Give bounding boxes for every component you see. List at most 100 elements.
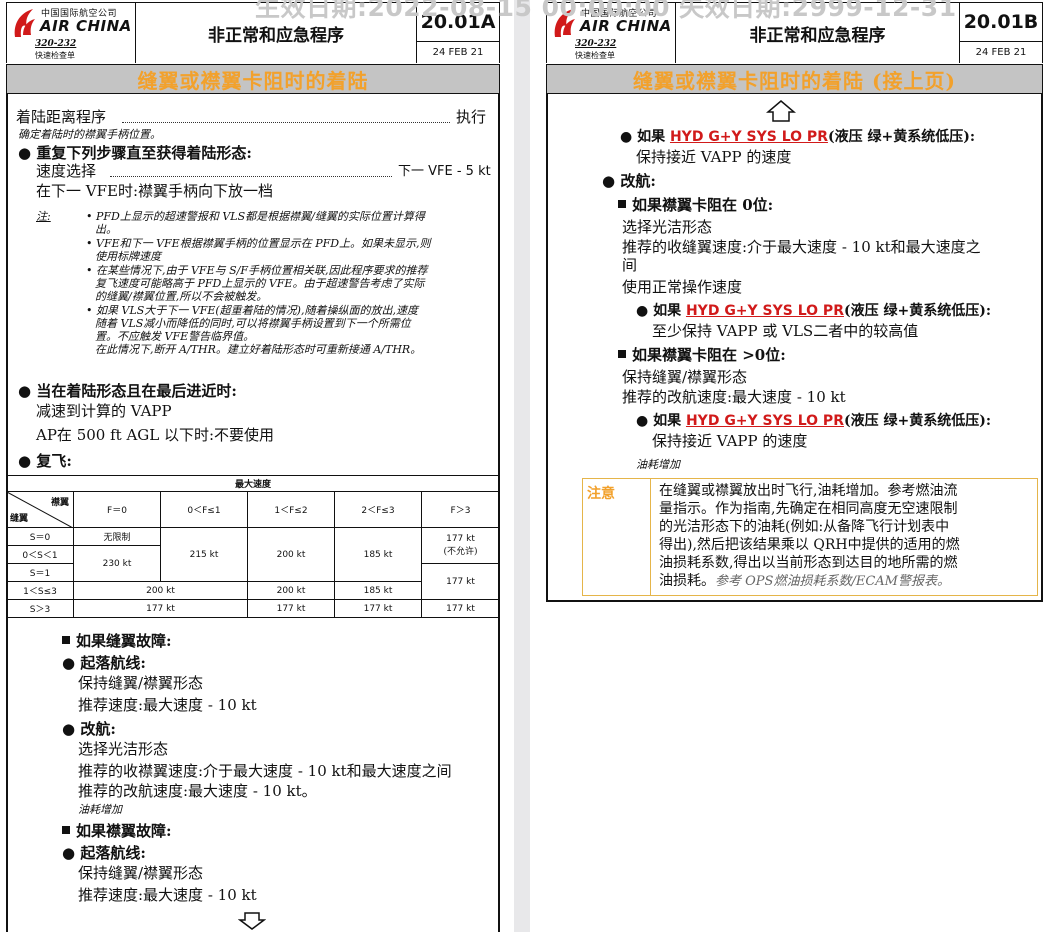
square-bullet-icon	[62, 826, 70, 834]
table-cell: 177 kt	[421, 563, 500, 600]
logo-english-name: AIR CHINA	[40, 17, 132, 35]
note-line: 置。不应触发 VFE警告临界值。	[95, 330, 255, 343]
dotted-leader	[122, 122, 450, 123]
caution-line: 的光洁形态下的油耗(例如:从备降飞行计划表中	[659, 519, 950, 535]
caution-line: 油损耗系数,得出以当前形态到达目的地所需的燃	[659, 555, 958, 571]
scroll-divider	[514, 0, 530, 932]
caution-box: 注意 在缝翼或襟翼放出时飞行,油耗增加。参考燃油流 量指示。作为指南,先确定在相…	[582, 478, 1038, 596]
keep-higher: 至少保持 VAPP 或 VLS二者中的较高值	[652, 322, 919, 340]
bullet-icon: ●	[602, 172, 621, 190]
checklist-subtitle: 快速检查单	[575, 51, 615, 60]
bullet-icon: ●	[18, 144, 37, 162]
page-20-01a: 中国国际航空公司 AIR CHINA 320-232 快速检查单 非正常和应急程…	[0, 0, 506, 932]
table-cell: 177 kt	[247, 599, 335, 618]
rec-retract: 推荐的收襟翼速度:介于最大速度 - 10 kt和最大速度之间	[78, 762, 452, 780]
slat-fail-heading: 如果缝翼故障:	[62, 632, 172, 650]
diversion-heading: ● 改航:	[602, 172, 656, 190]
note-line: • PFD上显示的超速警报和 VLS都是根据襟翼/缝翼的实际位置计算得	[86, 210, 425, 223]
rec-speed: 推荐速度:最大速度 - 10 kt	[78, 886, 257, 904]
table-cell: 200 kt	[73, 581, 248, 600]
note-line: • 如果 VLS大于下一 VFE(超重着陆的情况),随着操纵面的放出,速度	[86, 304, 418, 317]
aircraft-model: 320-232	[35, 39, 77, 49]
note-label: 注:	[36, 210, 51, 223]
right-border	[1041, 94, 1043, 602]
hyd-warning-text: HYD G+Y SYS LO PR	[669, 129, 828, 145]
note-line: 出。	[95, 223, 117, 236]
left-border	[546, 94, 548, 602]
note-line: • VFE和下一 VFE根据襟翼手柄的位置显示在 PFD上。如果未显示,则	[86, 237, 431, 250]
flap-gt0-heading: 如果襟翼卡阻在 >0位:	[618, 346, 786, 364]
col-header: F＞3	[421, 491, 500, 528]
square-bullet-icon	[618, 350, 626, 358]
caution-reference: 参考 OPS燃油损耗系数/ECAM警报表。	[715, 574, 950, 589]
phoenix-logo-icon	[14, 9, 35, 37]
circuit-heading: ● 起落航线:	[62, 654, 146, 672]
table-cell: 177 kt	[421, 599, 500, 618]
row-header: 0＜S＜1	[6, 545, 74, 564]
note-line: 随着 VLS减小而降低的同时,可以将襟翼手柄设置到下一个所需位	[95, 317, 411, 330]
execute-value: 执行	[456, 108, 487, 126]
diversion-heading: ● 改航:	[62, 720, 116, 738]
keep-config: 保持缝翼/襟翼形态	[622, 368, 748, 386]
table-cell: 177 kt	[73, 599, 248, 618]
table-cell: 177 kt (不允许)	[421, 527, 500, 564]
table-cell: 230 kt	[73, 545, 161, 582]
at-next-vfe: 在下一 VFE时:襟翼手柄向下放一档	[36, 182, 274, 200]
rec-div-speed: 推荐的改航速度:最大速度 - 10 kt	[622, 388, 846, 406]
determine-flap-note: 确定着陆时的襟翼手柄位置。	[18, 128, 161, 141]
col-header: 2＜F≤3	[334, 491, 422, 528]
bullet-icon: ●	[62, 720, 81, 738]
normal-speed: 使用正常操作速度	[622, 278, 743, 296]
bullet-icon: ●	[18, 382, 37, 400]
note-line: 在此情况下,断开 A/THR。建立好着陆形态时可重新接通 A/THR。	[95, 343, 422, 356]
fuel-increase: 油耗增加	[78, 803, 122, 816]
revision-date: 24 FEB 21	[975, 46, 1027, 58]
corner-slat-label: 缝翼	[10, 514, 29, 524]
note-line: 使用标牌速度	[95, 250, 161, 263]
rec-speed: 推荐速度:最大速度 - 10 kt	[78, 696, 257, 714]
keep-vapp: 保持接近 VAPP 的速度	[652, 432, 808, 450]
row-header: S＝1	[6, 563, 74, 582]
table-cell: 185 kt	[334, 527, 422, 582]
dotted-leader	[110, 176, 392, 177]
bullet-icon: ●	[636, 413, 654, 429]
caution-line: 油损耗。参考 OPS燃油损耗系数/ECAM警报表。	[659, 573, 950, 589]
keep-vapp: 保持接近 VAPP 的速度	[636, 148, 792, 166]
reduce-vapp: 减速到计算的 VAPP	[36, 402, 172, 420]
rec-retract: 推荐的收缝翼速度:介于最大速度 - 10 kt和最大速度之	[622, 238, 981, 256]
bullet-icon: ●	[62, 654, 81, 672]
continue-up-arrow-icon[interactable]	[766, 100, 796, 122]
speed-select-label: 速度选择	[36, 162, 97, 180]
table-cell: 无限制	[73, 527, 161, 546]
caution-label: 注意	[583, 479, 651, 595]
table-cell: 215 kt	[160, 527, 248, 582]
procedure-banner: 缝翼或襟翼卡阻时的着陆 (接上页)	[546, 64, 1043, 94]
note-line: 复飞速度可能略高于 PFD上显示的 VFE。由于超速警告考虑了实际	[95, 277, 425, 290]
caution-line: 在缝翼或襟翼放出时飞行,油耗增加。参考燃油流	[659, 483, 958, 499]
hyd-warning-text: HYD G+Y SYS LO PR	[685, 303, 844, 319]
ap-not-use: AP在 500 ft AGL 以下时:不要使用	[36, 426, 275, 444]
procedure-code-box: 20.01B 24 FEB 21	[959, 3, 1042, 63]
air-china-logo: 中国国际航空公司 AIR CHINA 320-232 快速检查单	[7, 3, 136, 63]
row-header: 1＜S≤3	[6, 581, 74, 600]
select-clean: 选择光洁形态	[78, 740, 169, 758]
continue-down-arrow-icon[interactable]	[238, 912, 266, 930]
hyd-condition: ● 如果 HYD G+Y SYS LO PR(液压 绿+黄系统低压):	[620, 129, 975, 145]
procedure-banner: 缝翼或襟翼卡阻时的着陆	[6, 64, 500, 94]
revision-date: 24 FEB 21	[432, 46, 484, 58]
col-header: 0＜F≤1	[160, 491, 248, 528]
go-around-heading: ● 复飞:	[18, 452, 72, 470]
hyd-warning-text: HYD G+Y SYS LO PR	[685, 413, 844, 429]
row-header: S＞3	[6, 599, 74, 618]
table-cell: 200 kt	[247, 581, 335, 600]
validity-watermark: 生效日期:2022-08-15 00:00:00 失效日期:2999-12-31	[255, 0, 957, 22]
caution-line: 得出),然后把该结果乘以 QRH中提供的适用的燃	[659, 537, 960, 553]
repeat-steps-heading: ● 重复下列步骤直至获得着陆形态:	[18, 144, 252, 162]
page-20-01b: 中国国际航空公司 AIR CHINA 320-232 快速检查单 非正常和应急程…	[540, 0, 1049, 932]
corner-flap-label: 襟翼	[50, 498, 69, 508]
bullet-icon: ●	[620, 129, 638, 145]
next-vfe-value: 下一 VFE - 5 kt	[398, 164, 491, 179]
table-cell: 200 kt	[247, 527, 335, 582]
table-title: 最大速度	[6, 475, 500, 492]
select-clean: 选择光洁形态	[622, 218, 713, 236]
